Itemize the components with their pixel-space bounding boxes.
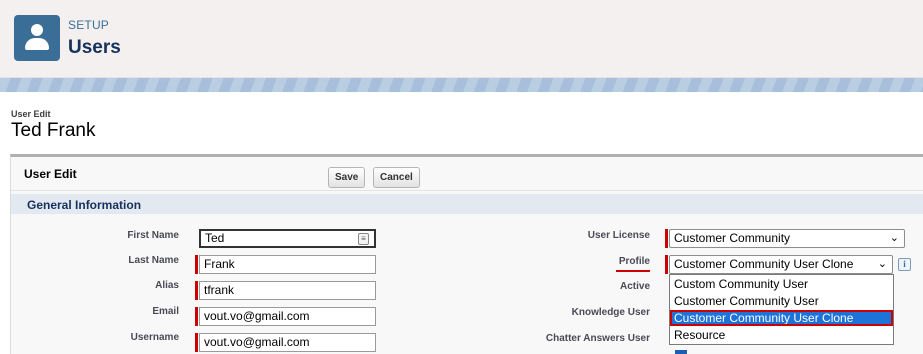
profile-value: Customer Community User Clone	[674, 257, 854, 271]
first-name-label: First Name	[127, 230, 179, 241]
profile-select[interactable]: Customer Community User Clone ⌄	[669, 255, 893, 274]
user-icon	[14, 15, 60, 61]
required-indicator	[195, 255, 198, 274]
username-label: Username	[130, 332, 179, 343]
setup-kicker[interactable]: SETUP	[68, 18, 109, 32]
knowledge-user-label: Knowledge User	[571, 307, 650, 318]
record-kicker: User Edit	[11, 109, 51, 119]
info-icon[interactable]: i	[898, 258, 911, 271]
last-name-input[interactable]: Frank	[199, 255, 376, 274]
email-input[interactable]: vout.vo@gmail.com	[199, 307, 376, 326]
chatter-answers-user-checkbox[interactable]	[675, 350, 687, 354]
profile-dropdown-list[interactable]: Custom Community User Customer Community…	[669, 274, 894, 345]
profile-option-selected[interactable]: Customer Community User Clone	[670, 310, 893, 326]
user-edit-panel: User Edit Save Cancel General Informatio…	[10, 154, 923, 354]
panel-header: User Edit Save Cancel	[11, 157, 923, 191]
save-button[interactable]: Save	[328, 167, 366, 188]
profile-option[interactable]: Resource	[670, 327, 893, 343]
required-indicator	[665, 255, 668, 274]
last-name-label: Last Name	[128, 255, 179, 266]
alias-label: Alias	[155, 280, 179, 291]
cancel-button[interactable]: Cancel	[373, 167, 420, 188]
page-title: Users	[68, 37, 121, 58]
chevron-down-icon: ⌄	[877, 258, 887, 270]
required-indicator	[195, 307, 198, 326]
user-license-value: Customer Community	[674, 231, 791, 245]
profile-label: Profile	[618, 256, 650, 267]
section-title: General Information	[27, 198, 142, 212]
setup-header: SETUP Users	[0, 0, 923, 78]
main-content: User Edit Ted Frank User Edit Save Cance…	[0, 92, 923, 354]
section-header: General Information	[11, 194, 923, 214]
profile-option[interactable]: Customer Community User	[670, 293, 893, 309]
profile-option[interactable]: Custom Community User	[670, 276, 893, 292]
user-license-label: User License	[587, 230, 650, 241]
required-indicator	[665, 229, 668, 248]
required-indicator	[195, 333, 198, 352]
record-name: Ted Frank	[11, 120, 96, 141]
email-label: Email	[152, 306, 179, 317]
autofill-lock-icon[interactable]: ≡	[358, 233, 369, 245]
chevron-down-icon: ⌄	[889, 232, 899, 244]
chatter-answers-user-label: Chatter Answers User	[545, 333, 650, 344]
panel-title: User Edit	[24, 167, 77, 181]
user-license-select[interactable]: Customer Community ⌄	[669, 229, 905, 248]
first-name-input[interactable]: Ted ≡	[199, 229, 376, 248]
required-indicator	[195, 281, 198, 300]
first-name-value: Ted	[205, 231, 225, 245]
decorative-wave-band	[0, 78, 923, 92]
alias-input[interactable]: tfrank	[199, 281, 376, 300]
profile-annotation-underline	[616, 270, 650, 272]
username-input[interactable]: vout.vo@gmail.com	[199, 333, 376, 352]
active-label: Active	[619, 281, 650, 292]
